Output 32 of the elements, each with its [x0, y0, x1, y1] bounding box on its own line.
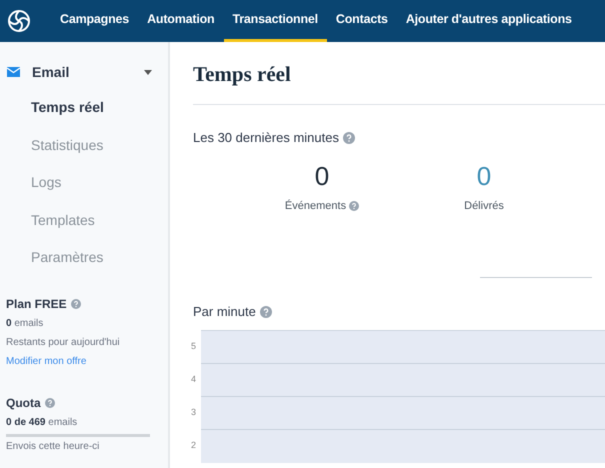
nav-tab[interactable]: Automation — [138, 0, 224, 42]
plan-emails-count: 0 emails — [6, 316, 44, 330]
y-axis-tick: 4 — [191, 372, 198, 386]
plan-caption: Restants pour aujourd'hui — [6, 336, 121, 350]
help-icon — [342, 132, 355, 144]
quota-caption: Envois cette heure-ci — [6, 440, 100, 454]
stat-label: Événements — [284, 198, 346, 214]
y-axis-tick: 3 — [191, 406, 198, 418]
stat-value: 0 — [314, 160, 330, 192]
logo-icon — [7, 9, 31, 33]
help-icon — [260, 306, 272, 318]
nav-tab[interactable]: Campagnes — [51, 0, 138, 42]
quota-title: Quota — [6, 394, 41, 412]
help-icon — [44, 398, 55, 408]
y-axis-tick: 5 — [191, 340, 198, 352]
help-icon — [349, 201, 360, 212]
nav-tab[interactable]: Transactionnel — [224, 0, 327, 42]
sidebar-section-header[interactable]: Email — [0, 55, 168, 89]
stat-label: Délivrés — [464, 199, 504, 214]
plan-title: Plan FREE — [6, 296, 67, 312]
stat-value: 0 — [476, 160, 492, 192]
nav-tab[interactable]: Contacts — [326, 0, 397, 42]
caret-down-icon — [144, 70, 152, 74]
envelope-icon — [7, 67, 20, 77]
y-axis-tick: 2 — [191, 438, 198, 452]
help-icon — [70, 298, 81, 308]
nav-tab[interactable]: Ajouter d'autres applications — [396, 0, 581, 42]
period-label: Les 30 dernières minutes — [193, 129, 339, 148]
chart-title: Par minute — [193, 302, 256, 321]
quota-count: 0 de 469 emails — [6, 416, 78, 430]
page-title: Temps réel — [193, 61, 292, 87]
sidebar-item[interactable]: Temps réel — [0, 89, 168, 126]
